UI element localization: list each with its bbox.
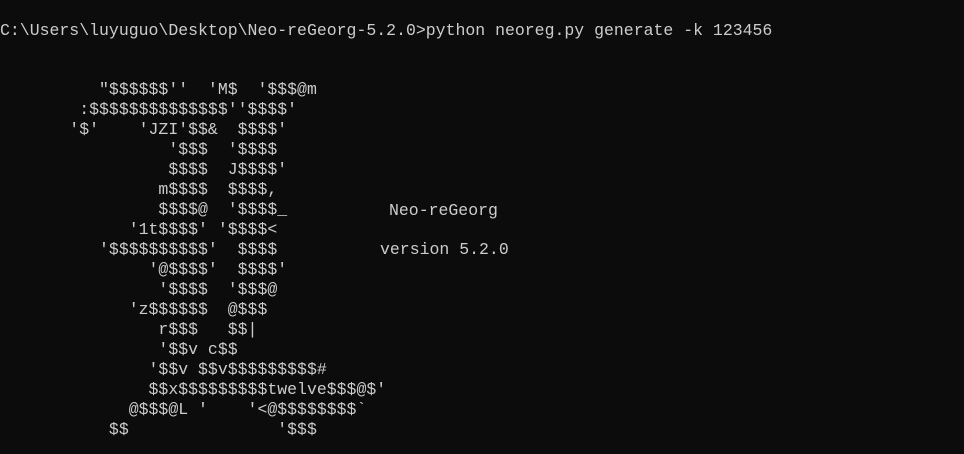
command-line: C:\Users\luyuguo\Desktop\Neo-reGeorg-5.2… <box>0 21 773 40</box>
ascii-art-line: r$$$ $$| <box>0 320 258 339</box>
ascii-art-line: '$$$ '$$$$ <box>0 140 278 159</box>
ascii-art-line: $$$$@ '$$$$_ <box>0 200 288 219</box>
ascii-art-line: @$$$@L ' '<@$$$$$$$$` <box>0 400 367 419</box>
ascii-art-banner: "$$$$$$'' 'M$ '$$$@m :$$$$$$$$$$$$$$''$$… <box>0 80 386 440</box>
ascii-art-line: $$x$$$$$$$$$twelve$$$@$' <box>0 380 387 399</box>
ascii-art-line: '$$v c$$ <box>0 340 238 359</box>
version-text: version 5.2.0 <box>380 240 509 259</box>
ascii-art-line: '$$$$ '$$$@ <box>0 280 278 299</box>
ascii-art-line: '1t$$$$' '$$$$< <box>0 220 278 239</box>
terminal-window[interactable]: C:\Users\luyuguo\Desktop\Neo-reGeorg-5.2… <box>0 0 964 454</box>
ascii-art-line: $$ '$$$ <box>0 420 317 439</box>
ascii-art-line: '$' 'JZI'$$& $$$$' <box>0 120 288 139</box>
ascii-art-line: '@$$$$' $$$$' <box>0 260 288 279</box>
ascii-art-line: '$$v $$v$$$$$$$$$# <box>0 360 327 379</box>
ascii-art-line: 'z$$$$$$ @$$$ <box>0 300 268 319</box>
ascii-art-line: '$$$$$$$$$$' $$$$ <box>0 240 278 259</box>
ascii-art-line: $$$$ J$$$$' <box>0 160 288 179</box>
ascii-art-line: :$$$$$$$$$$$$$$''$$$$' <box>0 100 298 119</box>
ascii-art-line: "$$$$$$'' 'M$ '$$$@m <box>0 80 317 99</box>
ascii-art-line: m$$$$ $$$$, <box>0 180 278 199</box>
tool-name: Neo-reGeorg <box>389 201 498 220</box>
